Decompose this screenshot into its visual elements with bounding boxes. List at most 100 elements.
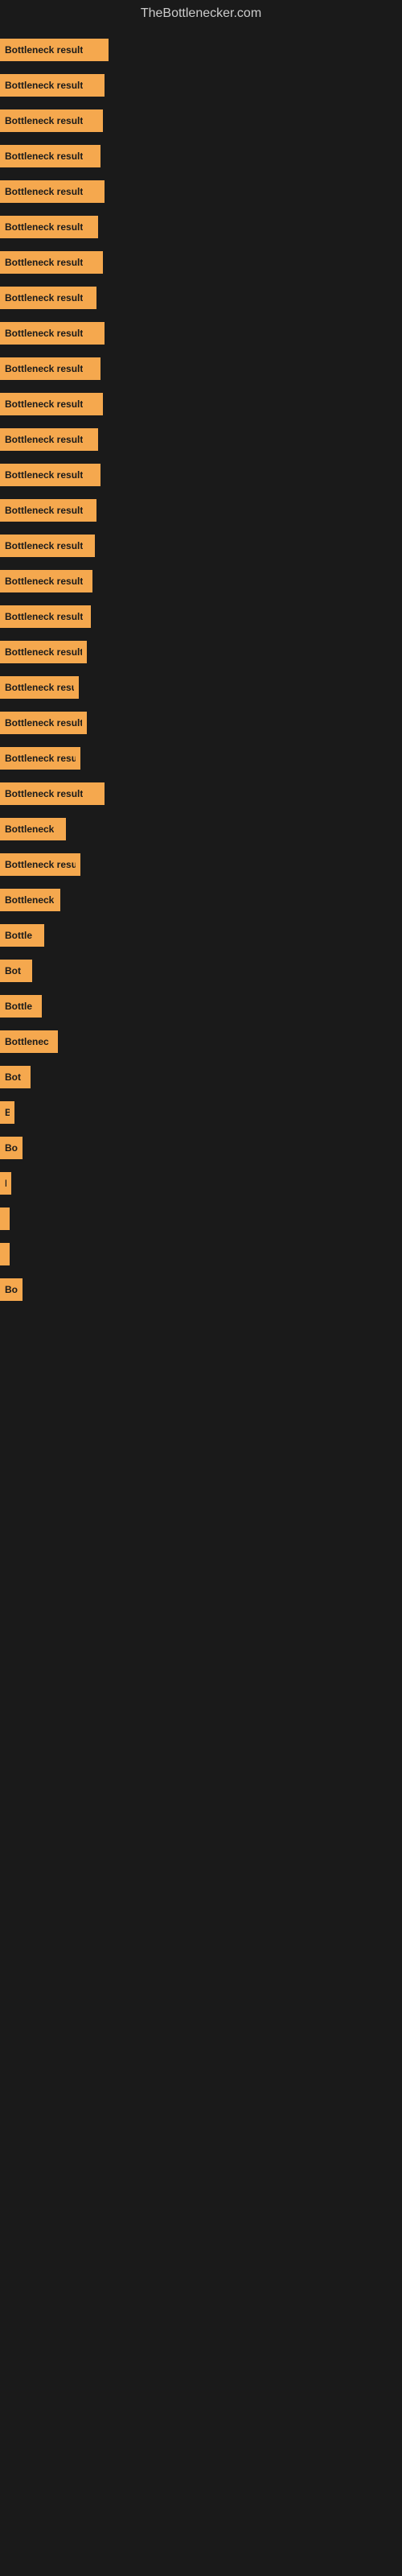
- bar-row: Bottleneck result: [0, 106, 402, 135]
- bottleneck-bar: Bottleneck result: [0, 39, 109, 61]
- bottleneck-bar: Bottleneck result: [0, 853, 80, 876]
- bar-label: Bottle: [5, 1001, 32, 1012]
- bar-label: Bottleneck result: [5, 753, 76, 764]
- bars-container: Bottleneck result Bottleneck result Bottle…: [0, 27, 402, 1319]
- bar-row: Bottleneck result: [0, 850, 402, 879]
- bar-row: Bottleneck result: [0, 319, 402, 348]
- bar-row: Bo: [0, 1275, 402, 1304]
- bottleneck-bar: Bottleneck result: [0, 251, 103, 274]
- bottleneck-bar: I: [0, 1208, 10, 1230]
- bar-label: Bottleneck result: [5, 292, 83, 303]
- bar-label: Bottleneck result: [5, 859, 76, 870]
- bottleneck-bar: [0, 1243, 10, 1265]
- bar-label: Bottleneck: [5, 824, 54, 835]
- bar-label: Bottleneck result: [5, 540, 83, 551]
- bar-label: Bottleneck result: [5, 717, 82, 729]
- bar-label: Bottleneck result: [5, 576, 83, 587]
- bottleneck-bar: Bottleneck result: [0, 428, 98, 451]
- bottleneck-bar: Bottleneck result: [0, 782, 105, 805]
- bar-label: Bottleneck result: [5, 257, 83, 268]
- bar-row: [0, 1240, 402, 1269]
- bar-row: Bottleneck result: [0, 779, 402, 808]
- bar-label: Bottleneck result: [5, 469, 83, 481]
- bar-label: Bot: [5, 965, 21, 976]
- bar-row: Bottleneck: [0, 815, 402, 844]
- bar-label: Bottleneck result: [5, 186, 83, 197]
- bar-row: Bottleneck result: [0, 673, 402, 702]
- bottleneck-bar: Bottleneck result: [0, 357, 100, 380]
- bottleneck-bar: Bo: [0, 1137, 23, 1159]
- bar-row: Bot: [0, 1063, 402, 1092]
- bottleneck-bar: Bottleneck result: [0, 74, 105, 97]
- bar-row: Bottlenec: [0, 1027, 402, 1056]
- bottleneck-bar: B: [0, 1101, 14, 1124]
- bar-label: Bottleneck result: [5, 328, 83, 339]
- bar-row: B: [0, 1169, 402, 1198]
- bar-label: Bo: [5, 1142, 18, 1154]
- bottleneck-bar: Bottleneck result: [0, 641, 87, 663]
- bar-label: Bottleneck result: [5, 611, 83, 622]
- bar-label: Bottleneck result: [5, 788, 83, 799]
- bottleneck-bar: Bottleneck result: [0, 570, 92, 592]
- site-title: TheBottlenecker.com: [0, 0, 402, 27]
- bar-row: Bottleneck result: [0, 283, 402, 312]
- bottleneck-bar: Bottleneck result: [0, 747, 80, 770]
- bar-label: B: [5, 1107, 10, 1118]
- bar-row: Bottleneck result: [0, 71, 402, 100]
- bar-label: Bot: [5, 1071, 21, 1083]
- bar-row: Bottleneck result: [0, 425, 402, 454]
- bottleneck-bar: Bot: [0, 960, 32, 982]
- bottleneck-bar: Bottleneck result: [0, 605, 91, 628]
- bottleneck-bar: Bottleneck: [0, 818, 66, 840]
- bar-label: Bottleneck result: [5, 682, 74, 693]
- bar-label: Bottleneck result: [5, 44, 83, 56]
- bar-row: Bottleneck result: [0, 142, 402, 171]
- bottleneck-bar: Bottleneck result: [0, 464, 100, 486]
- bar-row: Bottleneck result: [0, 390, 402, 419]
- bar-row: I: [0, 1204, 402, 1233]
- bar-row: Bot: [0, 956, 402, 985]
- bottleneck-bar: Bottleneck result: [0, 322, 105, 345]
- bar-label: Bottle: [5, 930, 32, 941]
- bottleneck-bar: Bottle: [0, 924, 44, 947]
- bottleneck-bar: Bottleneck result: [0, 393, 103, 415]
- bar-row: Bottleneck result: [0, 496, 402, 525]
- bar-label: Bottlenec: [5, 1036, 49, 1047]
- bottleneck-bar: Bottle: [0, 995, 42, 1018]
- bar-row: Bottle: [0, 992, 402, 1021]
- bar-label: Bottleneck result: [5, 434, 83, 445]
- bottleneck-bar: Bottleneck result: [0, 712, 87, 734]
- bar-label: Bottleneck: [5, 894, 54, 906]
- bar-row: Bottleneck result: [0, 213, 402, 242]
- bar-row: Bottle: [0, 921, 402, 950]
- bar-label: Bottleneck result: [5, 151, 83, 162]
- bar-label: Bo: [5, 1284, 18, 1295]
- bar-label: Bottleneck result: [5, 221, 83, 233]
- bottleneck-bar: B: [0, 1172, 11, 1195]
- bottleneck-bar: Bottleneck result: [0, 676, 79, 699]
- bottleneck-bar: Bottleneck result: [0, 287, 96, 309]
- bar-label: Bottleneck result: [5, 505, 83, 516]
- bar-label: Bottleneck result: [5, 646, 82, 658]
- bar-label: Bottleneck result: [5, 398, 83, 410]
- bar-row: Bottleneck result: [0, 531, 402, 560]
- bar-row: Bottleneck result: [0, 567, 402, 596]
- bottleneck-bar: Bottlenec: [0, 1030, 58, 1053]
- bar-row: Bo: [0, 1133, 402, 1162]
- bar-label: Bottleneck result: [5, 363, 83, 374]
- bottleneck-bar: Bottleneck result: [0, 109, 103, 132]
- bar-label: Bottleneck result: [5, 80, 83, 91]
- bar-row: Bottleneck: [0, 886, 402, 914]
- bar-row: Bottleneck result: [0, 248, 402, 277]
- bar-row: Bottleneck result: [0, 708, 402, 737]
- bottleneck-bar: Bot: [0, 1066, 31, 1088]
- bar-row: Bottleneck result: [0, 744, 402, 773]
- bar-row: Bottleneck result: [0, 638, 402, 667]
- bar-row: Bottleneck result: [0, 177, 402, 206]
- bar-row: Bottleneck result: [0, 35, 402, 64]
- bottleneck-bar: Bo: [0, 1278, 23, 1301]
- bottleneck-bar: Bottleneck result: [0, 180, 105, 203]
- bar-label: Bottleneck result: [5, 115, 83, 126]
- bottleneck-bar: Bottleneck result: [0, 216, 98, 238]
- bar-row: Bottleneck result: [0, 460, 402, 489]
